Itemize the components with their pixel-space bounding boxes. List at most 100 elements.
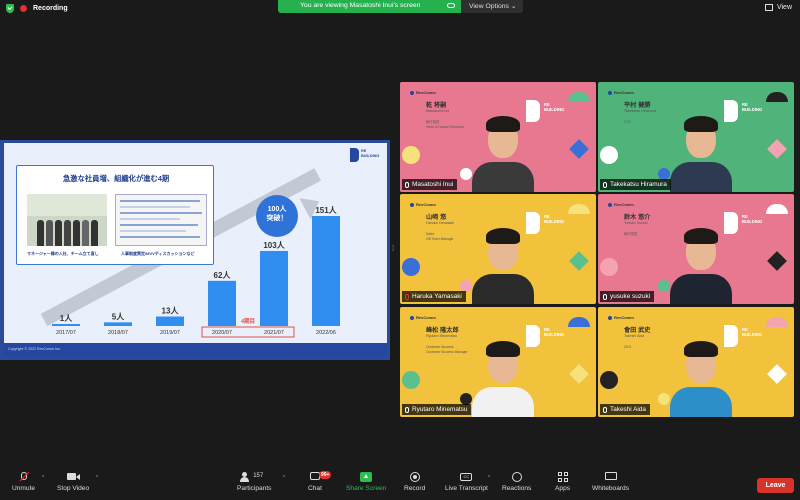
romaji-name: Masatoshi Inui <box>426 109 450 113</box>
video-tile[interactable]: RevComm 山﨑 悠 Haruka Yamasaki Sales OB Te… <box>400 194 596 304</box>
reactions-button[interactable]: Reactions <box>502 472 531 492</box>
rebuilding-logo <box>724 325 738 347</box>
whiteboards-button[interactable]: Whiteboards <box>592 472 629 492</box>
security-shield-icon[interactable] <box>6 4 14 13</box>
job-role: 執行役員 <box>624 232 638 236</box>
rebuilding-logo-text: RE BUILDING <box>742 102 763 112</box>
leave-button[interactable]: Leave <box>757 478 794 493</box>
cloud-icon <box>447 3 455 8</box>
company-logo: RevComm <box>410 202 436 207</box>
japanese-name: 平村 健勝 <box>624 102 651 109</box>
chart-value-label: 62人 <box>214 270 232 280</box>
callout-title: 急激な社員増、組織化が進む4期 <box>63 174 170 183</box>
view-options-button[interactable]: View Options ⌄ <box>461 0 523 13</box>
viewing-banner-text: You are viewing Masatoshi Inui's screen <box>300 2 421 9</box>
shared-screen[interactable]: RE BUILDING 1人 2017/07 5人 2018/07 13人 2019/07 6… <box>0 140 390 360</box>
chart-bar-2021/07 <box>260 250 288 326</box>
video-options-caret[interactable]: ^ <box>96 475 98 481</box>
mic-muted-icon <box>405 293 409 300</box>
mic-icon <box>603 293 607 300</box>
rebuilding-logo-text: RE BUILDING <box>544 327 565 337</box>
mic-icon <box>603 181 607 188</box>
participant-hair <box>684 341 718 357</box>
chart-value-label: 13人 <box>162 306 180 316</box>
audio-options-caret[interactable]: ^ <box>42 475 44 481</box>
participant-name-tag: Masatoshi Inui <box>402 179 458 190</box>
participant-hair <box>684 116 718 132</box>
participant-name: Masatoshi Inui <box>412 181 454 188</box>
company-logo: RevComm <box>608 315 634 320</box>
chart-bar-2018/07 <box>104 322 132 326</box>
background-shape <box>600 371 618 389</box>
video-tile[interactable]: RevComm 平村 健勝 Takekatsu Hiramura CTO RE B… <box>598 82 794 192</box>
share-screen-button[interactable]: Share Screen <box>346 472 386 492</box>
top-bar: Recording You are viewing Masatoshi Inui… <box>0 0 800 20</box>
video-tile[interactable]: RevComm 鈴木 悠介 Yusuke Suzuki 執行役員 RE BUILD… <box>598 194 794 304</box>
background-shape <box>402 146 420 164</box>
romaji-name: Yusuke Suzuki <box>624 221 648 225</box>
participant-hair <box>684 228 718 244</box>
rebuilding-logo <box>526 100 540 122</box>
video-tile[interactable]: RevComm 乾 将嗣 Masatoshi Inui 執行役員 Head of… <box>400 82 596 192</box>
job-role: CEO <box>624 345 632 349</box>
viewing-banner: You are viewing Masatoshi Inui's screen <box>278 0 461 13</box>
participant-body <box>670 162 732 192</box>
recording-indicator[interactable]: Recording <box>6 4 68 13</box>
chart-category-label: 2022/06 <box>316 330 336 336</box>
participant-body <box>670 387 732 417</box>
participant-name: Takekatsu Hiramura <box>610 181 667 188</box>
record-icon <box>409 472 421 482</box>
romaji-name: Ryutaro Minematsu <box>426 334 458 338</box>
video-tile[interactable]: RevComm 峰松 隆太郎 Ryutaro Minematsu Custome… <box>400 307 596 417</box>
slide-footer: Copyright © 2022 RevComm Inc. <box>4 343 387 357</box>
participant-name-tag: Ryutaro Minematsu <box>402 404 472 415</box>
company-logo: RevComm <box>608 90 634 95</box>
job-role: 執行役員 Head of Human Resource <box>426 120 465 129</box>
japanese-name: 鈴木 悠介 <box>624 214 651 221</box>
job-role: CTO <box>624 120 631 124</box>
background-shape <box>460 168 472 180</box>
chart-bar-2022/06 <box>312 216 340 326</box>
apps-button[interactable]: Apps <box>555 472 570 492</box>
resize-handle[interactable]: ⁞ <box>392 244 394 253</box>
participant-name: yusuke suzuki <box>610 293 651 300</box>
view-button[interactable]: View <box>764 4 792 11</box>
participant-hair <box>486 228 520 244</box>
participant-name-tag: Takekatsu Hiramura <box>600 179 671 190</box>
background-shape <box>600 258 618 276</box>
stop-video-button[interactable]: Stop Video <box>57 472 89 492</box>
hr-document-image <box>115 194 207 246</box>
smiley-plus-icon <box>511 472 523 482</box>
japanese-name: 峰松 隆太郎 <box>426 327 459 334</box>
background-shape <box>658 393 670 405</box>
participant-name-tag: yusuke suzuki <box>600 291 655 302</box>
mic-icon <box>603 406 607 413</box>
live-transcript-button[interactable]: CC Live Transcript <box>445 472 488 492</box>
participants-options-caret[interactable]: ^ <box>283 475 285 481</box>
callout-caption-left: マネージャー陣の入社、チーム立て直し <box>27 251 99 256</box>
record-button[interactable]: Record <box>404 472 425 492</box>
rebuilding-logo <box>526 325 540 347</box>
rebuilding-logo <box>526 212 540 234</box>
grid-view-icon <box>764 4 773 11</box>
rebuilding-logo-text: RE BUILDING <box>544 214 565 224</box>
japanese-name: 乾 将嗣 <box>426 102 447 109</box>
participant-body <box>472 162 534 192</box>
rebuilding-logo-text: RE BUILDING <box>742 214 763 224</box>
transcript-options-caret[interactable]: ^ <box>488 475 490 481</box>
rebuilding-logo <box>724 212 738 234</box>
company-logo: RevComm <box>410 90 436 95</box>
participants-button[interactable]: 157 Participants <box>237 472 271 492</box>
participant-hair <box>486 341 520 357</box>
participant-name: Haruka Yamasaki <box>412 293 462 300</box>
background-shape <box>402 258 420 276</box>
zoom-meeting-window: Recording You are viewing Masatoshi Inui… <box>0 0 800 500</box>
recording-label: Recording <box>33 5 68 12</box>
participant-body <box>670 274 732 304</box>
video-tile[interactable]: RevComm 會田 武史 Takeshi Aida CEO RE BUILDIN… <box>598 307 794 417</box>
screen-share-banner: You are viewing Masatoshi Inui's screen … <box>278 0 523 13</box>
chart-category-label: 2018/07 <box>108 330 128 336</box>
recording-dot-icon <box>20 5 27 12</box>
participant-body <box>472 387 534 417</box>
unmute-button[interactable]: Unmute <box>12 471 35 492</box>
